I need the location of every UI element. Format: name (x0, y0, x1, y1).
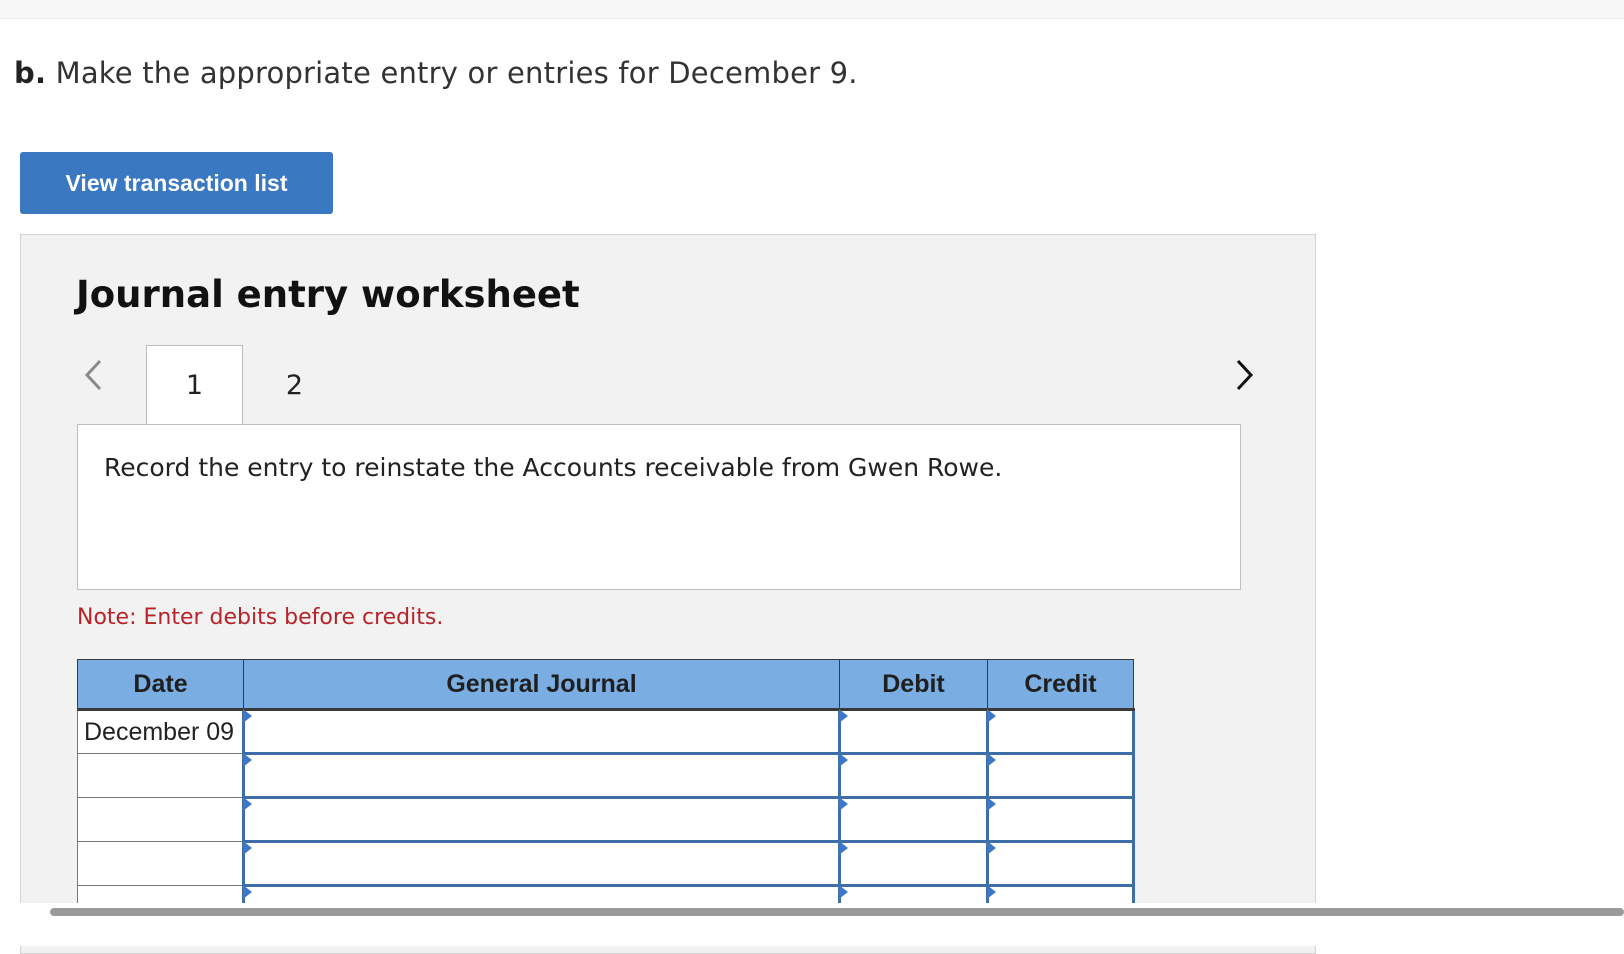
date-cell (77, 753, 244, 798)
journal-table: Date General Journal Debit Credit Decemb… (77, 659, 1135, 931)
dropdown-marker-icon (987, 797, 996, 811)
previous-arrow-icon[interactable] (78, 355, 108, 395)
prompt-box: Record the entry to reinstate the Accoun… (77, 424, 1241, 590)
dropdown-marker-icon (243, 753, 252, 767)
credit-input[interactable] (986, 840, 1135, 887)
tab-1[interactable]: 1 (146, 345, 243, 424)
debit-input[interactable] (838, 840, 989, 887)
dropdown-marker-icon (987, 841, 996, 855)
dropdown-marker-icon (839, 841, 848, 855)
top-strip (0, 0, 1624, 19)
dropdown-marker-icon (839, 709, 848, 723)
header-date: Date (77, 659, 244, 711)
view-transaction-list-button[interactable]: View transaction list (20, 152, 333, 214)
account-input[interactable] (242, 796, 841, 843)
tab-1-label: 1 (185, 369, 204, 401)
prompt-text: Record the entry to reinstate the Accoun… (104, 453, 1003, 482)
date-cell (77, 841, 244, 886)
next-arrow-icon[interactable] (1229, 355, 1259, 395)
dropdown-marker-icon (987, 753, 996, 767)
horizontal-scrollbar[interactable] (50, 908, 1624, 916)
dropdown-marker-icon (243, 797, 252, 811)
header-credit: Credit (987, 659, 1134, 711)
question-label: b. (14, 56, 47, 90)
dropdown-marker-icon (243, 885, 252, 899)
date-cell: December 09 (77, 709, 244, 754)
worksheet-title: Journal entry worksheet (76, 273, 580, 316)
table-row (77, 840, 1135, 887)
dropdown-marker-icon (243, 841, 252, 855)
header-debit: Debit (839, 659, 988, 711)
note-text: Note: Enter debits before credits. (77, 605, 444, 630)
tab-2[interactable]: 2 (247, 345, 342, 425)
debit-input[interactable] (838, 708, 989, 755)
tab-2-label: 2 (285, 369, 304, 401)
table-row: December 09 (77, 708, 1135, 755)
date-cell (77, 797, 244, 842)
dropdown-marker-icon (987, 709, 996, 723)
dropdown-marker-icon (243, 709, 252, 723)
dropdown-marker-icon (839, 797, 848, 811)
question-text: b. Make the appropriate entry or entries… (14, 56, 858, 90)
dropdown-marker-icon (987, 885, 996, 899)
debit-input[interactable] (838, 796, 989, 843)
dropdown-marker-icon (839, 753, 848, 767)
journal-entry-worksheet: Journal entry worksheet 1 2 Record the e… (20, 234, 1316, 954)
credit-input[interactable] (986, 752, 1135, 799)
account-input[interactable] (242, 840, 841, 887)
table-row (77, 752, 1135, 799)
table-header-row: Date General Journal Debit Credit (77, 659, 1134, 711)
account-input[interactable] (242, 708, 841, 755)
question-body: Make the appropriate entry or entries fo… (55, 56, 858, 90)
account-input[interactable] (242, 752, 841, 799)
credit-input[interactable] (986, 708, 1135, 755)
dropdown-marker-icon (839, 885, 848, 899)
debit-input[interactable] (838, 752, 989, 799)
table-row (77, 796, 1135, 843)
credit-input[interactable] (986, 796, 1135, 843)
header-general-journal: General Journal (243, 659, 840, 711)
